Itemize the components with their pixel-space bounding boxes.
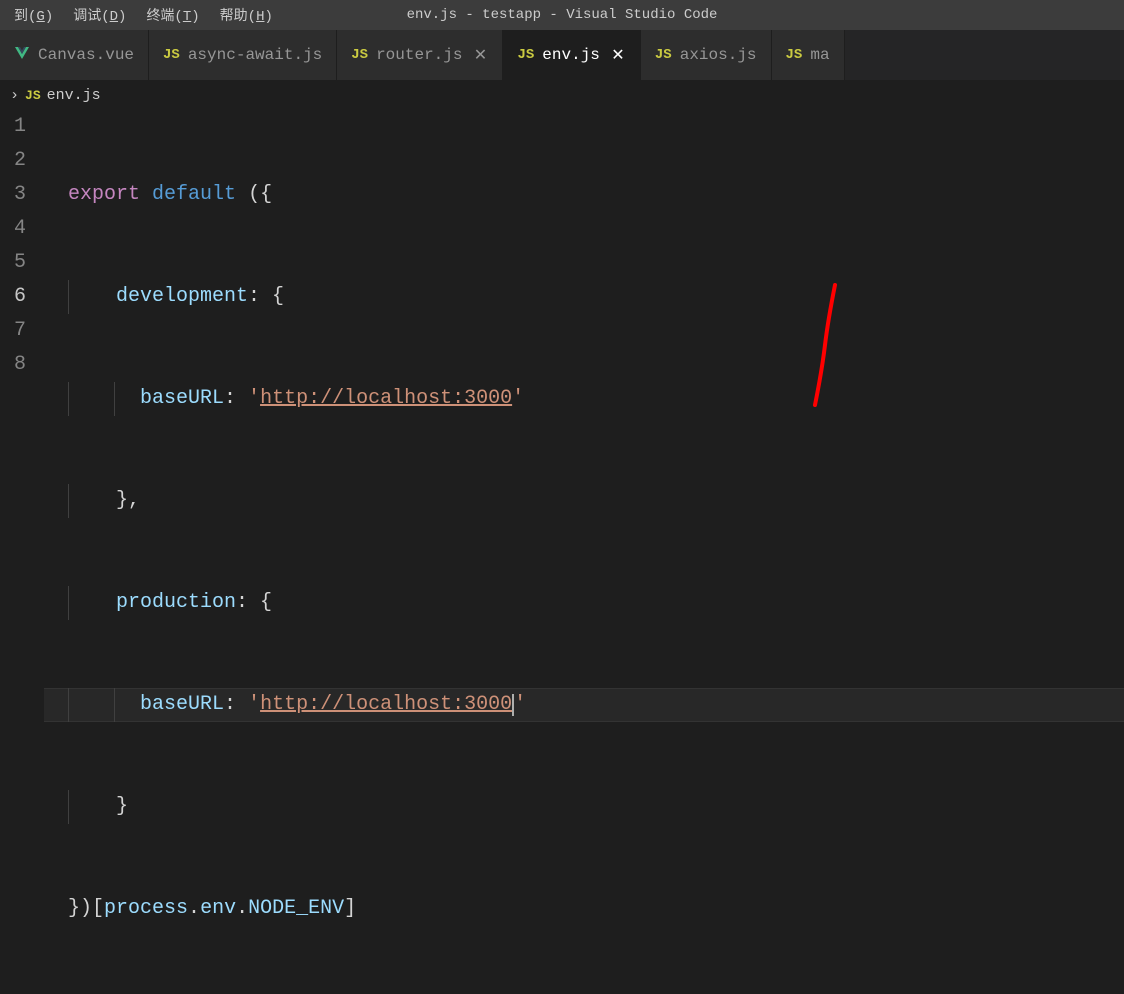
tab-label: axios.js [680, 46, 757, 64]
js-icon: JS [163, 47, 180, 63]
line-gutter: 1 2 3 4 5 6 7 8 [0, 110, 44, 994]
code-editor[interactable]: 1 2 3 4 5 6 7 8 export default ({ develo… [0, 110, 1124, 994]
menu-help[interactable]: 帮助(H) [210, 1, 283, 29]
line-number: 8 [0, 348, 26, 382]
chevron-right-icon: › [10, 87, 19, 104]
code-line[interactable]: development: { [44, 280, 1124, 314]
tab-label: router.js [376, 46, 462, 64]
js-icon: JS [351, 47, 368, 63]
tab-label: Canvas.vue [38, 46, 134, 64]
tab-ma[interactable]: JS ma [772, 30, 845, 80]
code-line[interactable]: })[process.env.NODE_ENV] [44, 892, 1124, 926]
window-title: env.js - testapp - Visual Studio Code [407, 7, 718, 23]
vue-icon [14, 45, 30, 66]
line-number: 1 [0, 110, 26, 144]
js-icon: JS [517, 47, 534, 63]
breadcrumb-file: env.js [47, 87, 101, 104]
tab-bar: Canvas.vue JS async-await.js JS router.j… [0, 30, 1124, 80]
breadcrumb[interactable]: › JS env.js [0, 80, 1124, 110]
code-line[interactable]: }, [44, 484, 1124, 518]
close-icon[interactable]: ✕ [472, 47, 488, 63]
code-line[interactable]: baseURL: 'http://localhost:3000' [44, 382, 1124, 416]
code-line[interactable]: export default ({ [44, 178, 1124, 212]
tab-axios[interactable]: JS axios.js [641, 30, 772, 80]
code-line[interactable]: production: { [44, 586, 1124, 620]
tab-env[interactable]: JS env.js ✕ [503, 30, 640, 80]
menu-debug[interactable]: 调试(D) [63, 1, 136, 29]
tab-router[interactable]: JS router.js ✕ [337, 30, 503, 80]
js-icon: JS [655, 47, 672, 63]
tab-label: async-await.js [188, 46, 322, 64]
code-line-active[interactable]: baseURL: 'http://localhost:3000' [44, 688, 1124, 722]
line-number: 3 [0, 178, 26, 212]
line-number: 7 [0, 314, 26, 348]
tab-label: env.js [542, 46, 600, 64]
menu-bar: 到(G) 调试(D) 终端(T) 帮助(H) env.js - testapp … [0, 0, 1124, 30]
code-line[interactable]: } [44, 790, 1124, 824]
menu-terminal[interactable]: 终端(T) [136, 1, 209, 29]
line-number: 2 [0, 144, 26, 178]
menu-goto[interactable]: 到(G) [4, 1, 63, 29]
code-area[interactable]: export default ({ development: { baseURL… [44, 110, 1124, 994]
js-icon: JS [786, 47, 803, 63]
line-number: 6 [0, 280, 26, 314]
line-number: 4 [0, 212, 26, 246]
close-icon[interactable]: ✕ [610, 47, 626, 63]
tab-label: ma [810, 46, 829, 64]
tab-async-await[interactable]: JS async-await.js [149, 30, 337, 80]
js-icon: JS [25, 88, 41, 103]
line-number: 5 [0, 246, 26, 280]
tab-canvas-vue[interactable]: Canvas.vue [0, 30, 149, 80]
